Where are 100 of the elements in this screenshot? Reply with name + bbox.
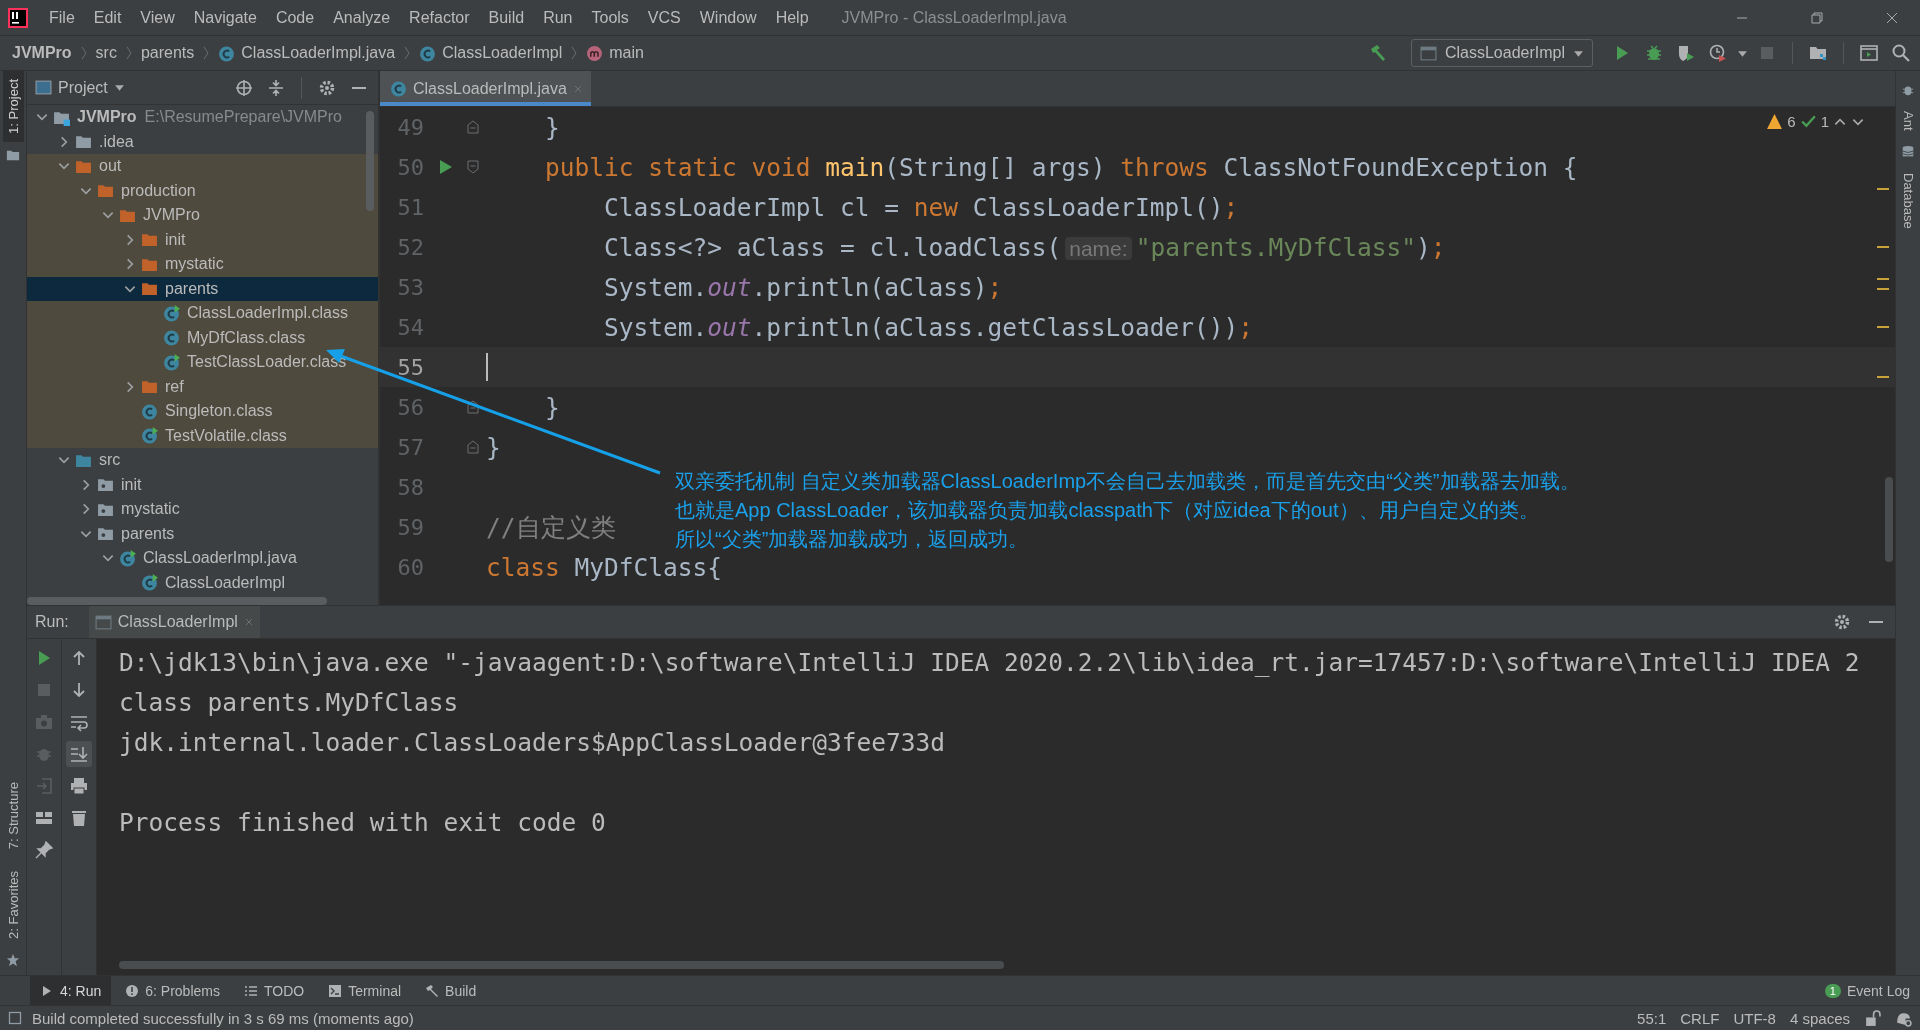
menu-item[interactable]: Code [275,8,315,27]
run-icon[interactable] [437,158,453,176]
tool-window-button[interactable]: 6: Problems [115,976,230,1005]
tool-window-button[interactable]: TODO [233,976,315,1005]
scroll-to-end-icon[interactable] [66,741,92,767]
tool-window-tab[interactable]: 2: Favorites [2,863,24,947]
info-icon [125,983,140,998]
panel-title: Run: [35,613,69,631]
tree-item[interactable]: mystatic [27,252,378,277]
passed-count: 1 [1820,113,1829,130]
breadcrumb-separator-icon [124,45,133,61]
breadcrumb-separator-icon [79,45,88,61]
tree-item[interactable]: ClassLoaderImpl.class [27,301,378,326]
tool-window-tab[interactable]: 7: Structure [2,773,24,858]
menu-item[interactable]: File [49,8,75,27]
menu-item[interactable]: Run [543,8,573,27]
tree-item[interactable]: JVMPro [27,203,378,228]
fold-icon[interactable] [466,119,480,135]
status-item[interactable]: 55:1 [1637,1009,1667,1027]
menu-item[interactable]: Refactor [409,8,470,27]
menu-item[interactable]: VCS [647,8,681,27]
scrollbar[interactable] [119,961,1004,969]
class-icon [419,44,437,62]
line-number: 51 [396,194,424,220]
tree-item[interactable]: init [27,472,378,497]
scrollbar[interactable] [366,111,374,211]
folder-icon [141,231,158,249]
tree-item[interactable]: out [27,154,378,179]
tree-item[interactable]: src [27,448,378,473]
event-log-button[interactable]: 1 Event Log [1814,976,1920,1005]
menu-item[interactable]: Window [699,8,757,27]
menu-item[interactable]: Edit [93,8,122,27]
status-item[interactable]: 4 spaces [1789,1009,1850,1027]
tree-item[interactable]: parents [27,521,378,546]
menu-item[interactable]: Navigate [193,8,257,27]
menu-item[interactable]: Tools [591,8,629,27]
breadcrumb[interactable]: src [95,44,117,62]
warning-count: 6 [1787,113,1796,130]
editor-tab[interactable]: ClassLoaderImpl.java [380,71,591,106]
breadcrumb-separator-icon [202,45,211,61]
tree-item[interactable]: Singleton.class [27,399,378,424]
class-icon [218,44,236,62]
tree-item[interactable]: ClassLoaderImpl [27,570,378,595]
console-line: D:\jdk13\bin\java.exe "-javaagent:D:\software\IntelliJ IDEA 2020.2.2\lib\idea_rt.jar=17457:D:\software\IntelliJ IDEA 2 [119,647,1861,679]
run-configuration-dropdown[interactable]: ClassLoaderImpl [1410,39,1593,67]
tool-window-button[interactable]: Terminal [318,976,412,1005]
tool-window-tab[interactable]: Ant [1897,103,1919,139]
annotation-text: 所以“父类”加载器加载成功，返回成功。 [675,527,1030,552]
menu-item[interactable]: Build [488,8,525,27]
line-number: 59 [396,514,424,540]
list-icon [243,983,258,998]
tree-item[interactable]: mystatic [27,497,378,522]
folder-icon [97,476,114,494]
tree-item[interactable]: init [27,227,378,252]
tree-item[interactable]: ClassLoaderImpl.java [27,546,378,571]
tree-item[interactable]: .idea [27,129,378,154]
scrollbar[interactable] [1885,477,1893,562]
breadcrumb[interactable]: main [609,44,644,62]
hammer-icon [425,983,440,998]
menu-item[interactable]: Analyze [333,8,391,27]
menu-item[interactable]: View [140,8,175,27]
status-item[interactable]: UTF-8 [1733,1009,1776,1027]
folder-icon [97,182,114,200]
fold-icon[interactable] [466,439,480,455]
class-icon [390,80,407,97]
fold-icon[interactable] [466,399,480,415]
tree-item[interactable]: JVMPro E:\ResumePrepare\JVMPro [27,105,378,130]
line-number: 55 [396,354,424,380]
fold-icon[interactable] [466,159,480,175]
panel-title[interactable]: Project [58,78,108,97]
square-icon[interactable] [8,1011,22,1025]
check-icon[interactable] [1799,113,1817,130]
breadcrumb[interactable]: ClassLoaderImpl [442,44,563,62]
unlock-icon[interactable] [1864,1009,1881,1027]
breadcrumb[interactable]: parents [140,44,195,62]
tree-item[interactable]: ref [27,374,378,399]
breadcrumb[interactable]: ClassLoaderImpl.java [241,44,396,62]
tree-item[interactable]: TestVolatile.class [27,423,378,448]
window-icon [1419,44,1437,62]
run-tab[interactable]: ClassLoaderImpl [88,606,260,638]
scrollbar[interactable] [27,597,327,605]
breadcrumb[interactable]: JVMPro [12,44,72,62]
tool-window-tab[interactable]: Database [1897,164,1919,237]
code-line: Class<?> aClass = cl.loadClass( name: "parents.MyDfClass"); [603,232,1446,262]
tree-item[interactable]: MyDfClass.class [27,325,378,350]
tool-window-button[interactable]: 4: Run [30,976,112,1005]
warning-icon[interactable] [1766,113,1784,130]
tool-window-tab[interactable]: 1: Project [2,71,24,142]
folder-icon [75,133,92,151]
line-number: 52 [396,234,424,260]
caret-icon[interactable] [113,82,125,93]
tool-window-button[interactable]: Build [415,976,487,1005]
code-line: class MyDfClass{ [486,552,723,582]
tree-item[interactable]: production [27,178,378,203]
menu-item[interactable]: Help [775,8,809,27]
status-item[interactable]: CRLF [1680,1009,1720,1027]
star-icon [6,953,20,967]
tree-item[interactable]: parents [27,276,378,301]
window-icon [94,613,112,631]
tree-item[interactable]: TestClassLoader.class [27,350,378,375]
